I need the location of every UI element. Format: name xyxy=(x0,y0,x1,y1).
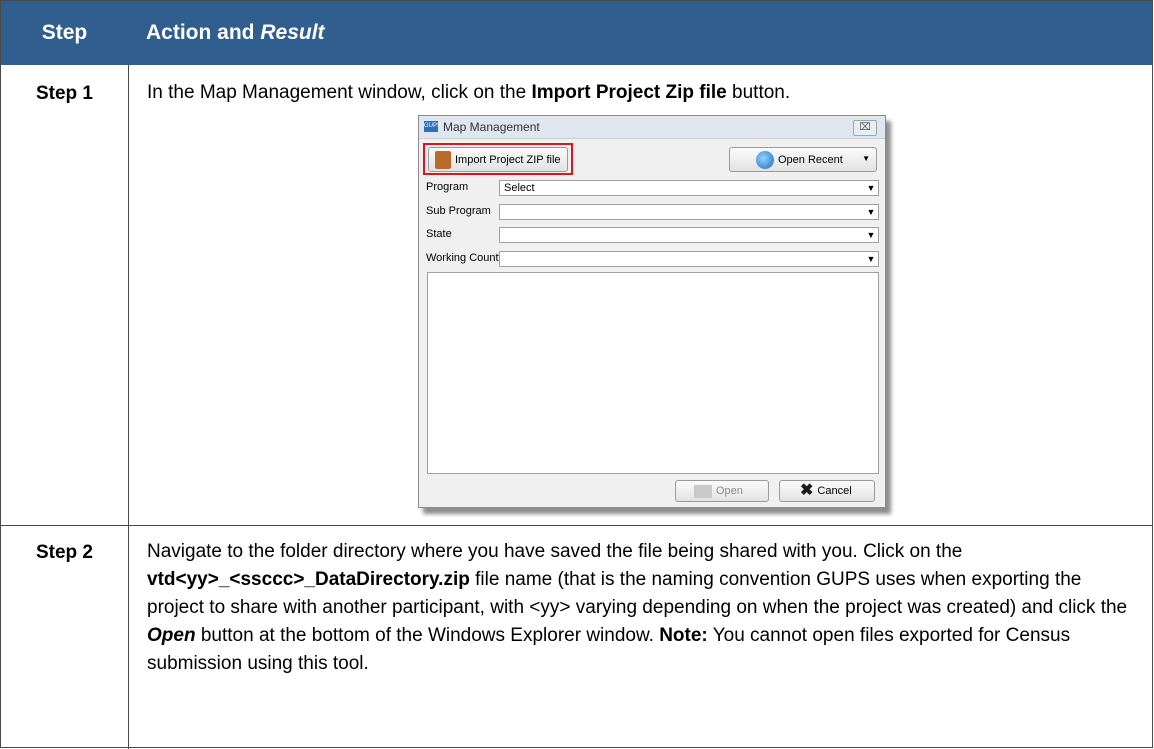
step-2-label: Step 2 xyxy=(35,542,94,563)
cancel-button-label: Cancel xyxy=(817,485,852,497)
table-header: Step Action and Result xyxy=(1,1,1152,65)
chevron-down-icon: ▼ xyxy=(866,230,876,240)
row-divider xyxy=(1,525,1152,526)
step-2-text-a: Navigate to the folder directory where y… xyxy=(147,541,963,562)
header-step: Step xyxy=(41,21,88,44)
chevron-down-icon: ▼ xyxy=(866,207,876,217)
project-list[interactable] xyxy=(427,272,879,474)
app-icon: GUPS xyxy=(424,121,441,132)
step-2-note: Note: xyxy=(659,625,708,646)
globe-icon xyxy=(756,150,774,169)
x-icon: ✖ xyxy=(800,482,814,499)
step-2-text-c: button at the bottom of the Windows Expl… xyxy=(195,625,660,646)
step-1-text-b: button. xyxy=(726,82,791,103)
column-divider xyxy=(128,65,129,749)
folder-icon xyxy=(694,484,712,498)
state-label: State xyxy=(426,228,452,240)
close-icon[interactable]: ⌧ xyxy=(853,120,877,136)
import-button-label: Import Project ZIP file xyxy=(455,153,561,166)
step-1-text-a: In the Map Management window, click on t… xyxy=(147,82,532,103)
open-button-label: Open xyxy=(716,485,743,497)
header-result-text: Result xyxy=(260,21,325,44)
map-management-dialog: GUPS Map Management ⌧ Import Project ZIP… xyxy=(418,115,886,508)
step-2-filename: vtd<yy>_<ssccc>_DataDirectory.zip xyxy=(147,569,470,590)
step-2-text: Navigate to the folder directory where y… xyxy=(147,538,1137,678)
chevron-down-icon: ▼ xyxy=(866,183,876,193)
working-county-label: Working County xyxy=(426,252,505,264)
header-action: Action and Result xyxy=(146,1,325,65)
open-recent-button[interactable]: Open Recent ▼ xyxy=(729,147,877,172)
step-1-label: Step 1 xyxy=(35,83,94,104)
program-value: Select xyxy=(504,182,535,194)
open-recent-label: Open Recent xyxy=(778,153,843,166)
dialog-title: Map Management xyxy=(443,120,540,134)
import-project-zip-button[interactable]: Import Project ZIP file xyxy=(428,147,568,172)
instruction-table: Step Action and Result Step 1 In the Map… xyxy=(0,0,1153,749)
chevron-down-icon: ▼ xyxy=(862,154,870,163)
working-county-select[interactable]: ▼ xyxy=(499,251,879,267)
zip-file-icon xyxy=(435,150,451,169)
cancel-button[interactable]: ✖ Cancel xyxy=(779,480,875,502)
program-label: Program xyxy=(426,181,469,193)
chevron-down-icon: ▼ xyxy=(866,254,876,264)
sub-program-label: Sub Program xyxy=(426,205,491,217)
open-button[interactable]: Open xyxy=(675,480,769,502)
dialog-title-bar: GUPS Map Management ⌧ xyxy=(419,116,885,139)
step-1-text: In the Map Management window, click on t… xyxy=(147,79,1137,107)
state-select[interactable]: ▼ xyxy=(499,227,879,243)
program-select[interactable]: Select ▼ xyxy=(499,180,879,196)
sub-program-select[interactable]: ▼ xyxy=(499,204,879,220)
header-action-text: Action and xyxy=(146,21,261,44)
step-1-bold: Import Project Zip file xyxy=(531,82,727,103)
step-2-open: Open xyxy=(147,625,196,646)
